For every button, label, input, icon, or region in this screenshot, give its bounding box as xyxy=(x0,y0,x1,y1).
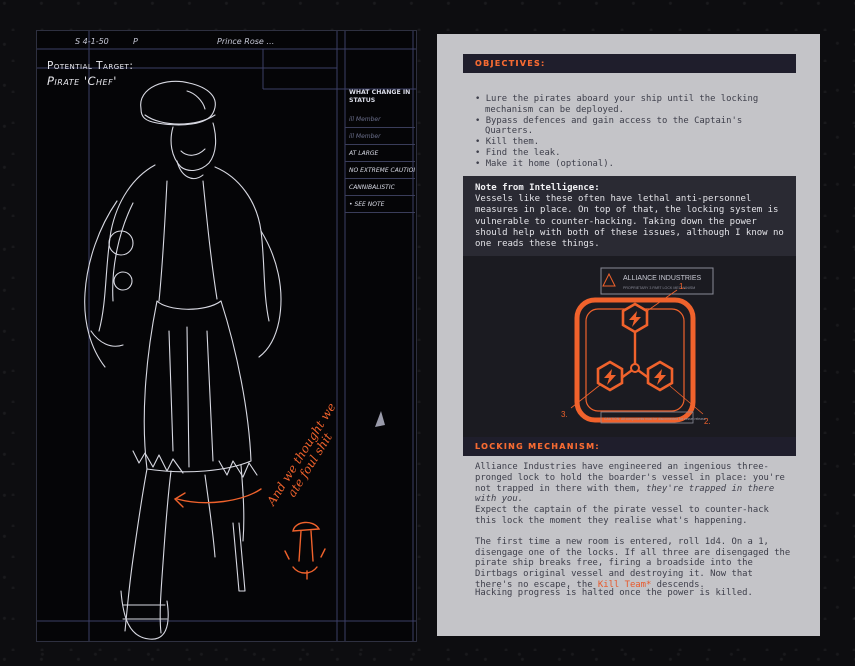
locking-mechanism-text: Alliance Industries have engineered an i… xyxy=(475,462,795,591)
status-heading: WHAT CHANGE IN STATUS xyxy=(349,89,411,104)
header-scrawl-left: S 4-1-50 xyxy=(75,37,109,46)
objective-item: Bypass defences and gain access to the C… xyxy=(475,116,793,138)
lock-paragraph: The first time a new room is entered, ro… xyxy=(475,537,795,591)
status-row: NO EXTREME CAUTION xyxy=(345,162,415,179)
objective-item: Kill them. xyxy=(475,137,793,148)
intel-body: Vessels like these often have lethal ant… xyxy=(475,194,784,250)
lock-paragraph: Expect the captain of the pirate vessel … xyxy=(475,505,769,526)
status-row: AT LARGE xyxy=(345,145,415,162)
status-row: ill Member xyxy=(345,111,415,128)
status-column: WHAT CHANGE IN STATUS ill Member ill Mem… xyxy=(345,89,415,213)
sketch-panel: S 4-1-50 P Prince Rose … Potential Targe… xyxy=(36,30,417,642)
header-scrawl-mid: P xyxy=(133,37,138,46)
locking-heading: LOCKING MECHANISM: xyxy=(475,442,600,451)
objective-item: Find the leak. xyxy=(475,148,793,159)
hacking-halt-note: Hacking progress is halted once the powe… xyxy=(475,588,753,598)
callout-2: 2. xyxy=(704,417,711,426)
callout-3: 3. xyxy=(561,410,568,419)
callout-1: 1. xyxy=(679,282,686,291)
lock-paragraph: Alliance Industries have engineered an i… xyxy=(475,462,795,505)
locking-heading-bar: LOCKING MECHANISM: xyxy=(463,437,796,456)
diagram-brand: ALLIANCE INDUSTRIES xyxy=(623,275,702,282)
lock-diagram-svg: ALLIANCE INDUSTRIES PROPRIETARY 3 PART L… xyxy=(561,267,714,426)
intel-title: Note from Intelligence: xyxy=(475,183,600,193)
diagram-caution: CAUTION: All components must be disconne… xyxy=(604,417,706,421)
header-scrawl-right: Prince Rose … xyxy=(217,37,275,46)
stray-mark xyxy=(375,411,385,427)
alliance-logo-icon xyxy=(602,272,616,287)
target-label: Potential Target: xyxy=(47,60,134,72)
objectives-heading: OBJECTIVES: xyxy=(475,59,546,68)
target-name: Pirate 'Chef' xyxy=(47,74,117,88)
objective-item: Make it home (optional). xyxy=(475,159,793,170)
status-row: CANNIBALISTIC xyxy=(345,179,415,196)
status-row: • SEE NOTE xyxy=(345,196,415,213)
objectives-heading-bar: OBJECTIVES: xyxy=(463,54,796,73)
target-label-block: Potential Target: Pirate 'Chef' xyxy=(47,59,133,89)
mission-document: OBJECTIVES: Lure the pirates aboard your… xyxy=(437,34,820,636)
lock-diagram: ALLIANCE INDUSTRIES PROPRIETARY 3 PART L… xyxy=(463,256,796,442)
objective-item: Lure the pirates aboard your ship until … xyxy=(475,94,793,116)
status-row: ill Member xyxy=(345,128,415,145)
objectives-list: Lure the pirates aboard your ship until … xyxy=(475,94,793,170)
